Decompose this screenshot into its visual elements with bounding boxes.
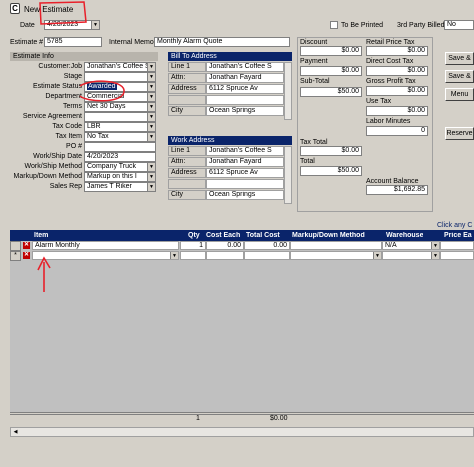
annotation-overlay — [37, 1, 125, 292]
annotation-status-circle — [79, 80, 125, 102]
annotation-title-box — [39, 1, 87, 25]
annotation-arrow — [37, 256, 51, 292]
